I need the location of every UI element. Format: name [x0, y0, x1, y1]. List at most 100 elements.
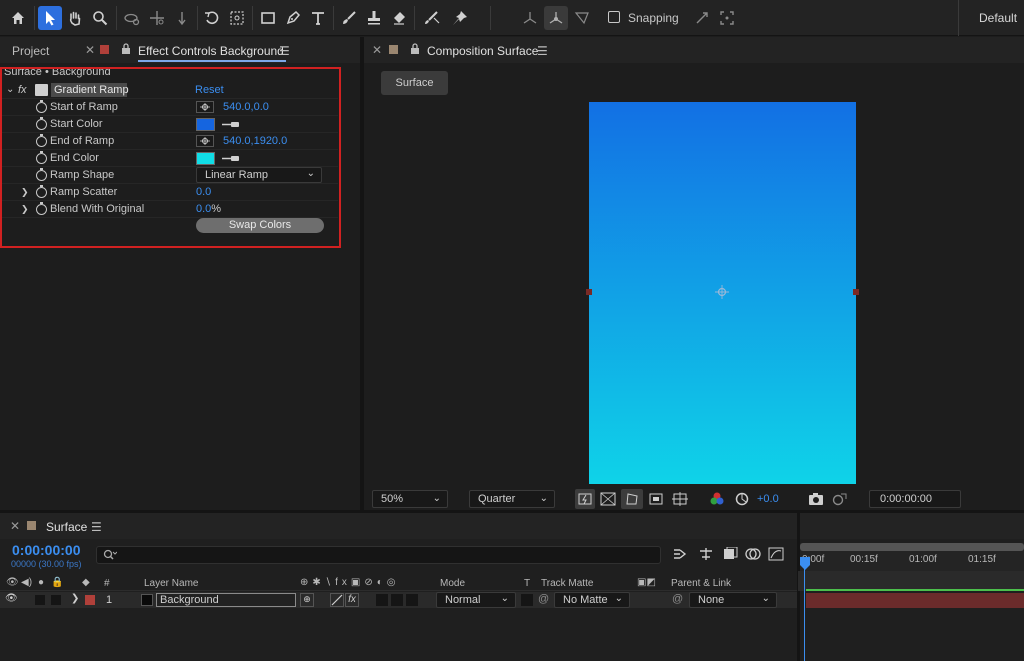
- column-parent-link[interactable]: Parent & Link: [671, 578, 731, 589]
- column-layer-name[interactable]: Layer Name: [144, 578, 198, 589]
- color-channels-icon[interactable]: [709, 491, 725, 507]
- timeline-timecode[interactable]: 0:00:00:00: [12, 542, 81, 558]
- dolly-camera-icon[interactable]: [170, 6, 194, 30]
- panel-menu-icon[interactable]: ☰: [279, 44, 290, 58]
- playhead-handle-icon[interactable]: [799, 557, 811, 571]
- workspace-label[interactable]: Default: [979, 11, 1017, 25]
- clone-stamp-tool-icon[interactable]: [362, 6, 386, 30]
- video-switch-icon[interactable]: 👁: [6, 577, 19, 588]
- layer-handle-right[interactable]: [853, 289, 859, 295]
- toolbar: Snapping Default: [0, 0, 1024, 36]
- mask-visibility-icon[interactable]: [621, 489, 643, 509]
- frame-blending-icon[interactable]: [745, 547, 761, 561]
- work-area-bar[interactable]: [800, 543, 1024, 551]
- panel-menu-icon[interactable]: ☰: [537, 44, 548, 58]
- draft-3d-icon[interactable]: [698, 547, 714, 561]
- timeline-tabbar: ✕ Surface ☰: [0, 513, 1024, 539]
- timeline-frame-count: 00000 (30.00 fps): [11, 559, 82, 569]
- preserve-transparency-box[interactable]: [521, 594, 533, 606]
- effect-switch[interactable]: fx: [345, 593, 359, 607]
- zoom-dropdown[interactable]: 50% ⌄: [372, 490, 448, 508]
- current-time-field[interactable]: 0:00:00:00: [869, 490, 961, 508]
- column-mode[interactable]: Mode: [440, 578, 465, 589]
- layer-row[interactable]: 👁 ❯ 1 ⊕ fx Normal ⌄ @ No Matte ⌄ @ None …: [0, 592, 800, 608]
- 3d-layer-box[interactable]: [406, 594, 418, 606]
- selection-tool-icon[interactable]: [38, 6, 62, 30]
- layer-label-color[interactable]: [85, 595, 95, 605]
- tab-timeline-surface[interactable]: Surface: [46, 520, 87, 534]
- close-icon[interactable]: ✕: [372, 43, 382, 57]
- parent-dropdown[interactable]: None ⌄: [689, 592, 777, 608]
- tab-effect-controls[interactable]: Effect Controls Background: [138, 44, 284, 58]
- eye-icon[interactable]: 👁: [5, 593, 18, 604]
- blend-mode-dropdown[interactable]: Normal ⌄: [436, 592, 516, 608]
- adjustment-box[interactable]: [391, 594, 403, 606]
- chevron-right-icon[interactable]: ❯: [71, 593, 79, 604]
- layer-handle-left[interactable]: [586, 289, 592, 295]
- column-track-matte[interactable]: Track Matte: [541, 578, 593, 589]
- pen-tool-icon[interactable]: [281, 6, 305, 30]
- comp-mini-flowchart-icon[interactable]: [673, 547, 689, 561]
- audio-toggle-box[interactable]: [35, 595, 45, 605]
- audio-switch-icon[interactable]: ◀): [21, 577, 32, 588]
- fast-previews-icon[interactable]: [575, 489, 595, 509]
- snapping-checkbox[interactable]: [608, 11, 620, 23]
- motion-blur-box[interactable]: [376, 594, 388, 606]
- snap-features-icon[interactable]: [715, 6, 739, 30]
- surface-comp-button[interactable]: Surface: [381, 71, 448, 95]
- resolution-dropdown[interactable]: Quarter ⌄: [469, 490, 555, 508]
- axis-world-icon[interactable]: [544, 6, 568, 30]
- orbit-camera-icon[interactable]: [120, 6, 144, 30]
- time-ruler[interactable]: 0:00f 00:15f 01:00f 01:15f: [800, 543, 1024, 571]
- shy-switch[interactable]: ⊕: [300, 593, 314, 607]
- effect-color-swatch: [100, 45, 109, 54]
- anchor-point-icon[interactable]: [715, 285, 729, 299]
- hide-shy-layers-icon[interactable]: [722, 547, 738, 561]
- zoom-tool-icon[interactable]: [88, 6, 112, 30]
- timeline-search-input[interactable]: [96, 546, 661, 564]
- anchor-point-tool-icon[interactable]: [225, 6, 249, 30]
- composition-canvas[interactable]: [586, 102, 859, 484]
- eraser-tool-icon[interactable]: [387, 6, 411, 30]
- snap-edges-icon[interactable]: [690, 6, 714, 30]
- layer-name-field[interactable]: Background: [156, 593, 296, 607]
- close-icon[interactable]: ✕: [85, 43, 95, 57]
- tab-project[interactable]: Project: [12, 44, 49, 58]
- puppet-pin-tool-icon[interactable]: [448, 6, 472, 30]
- tab-composition[interactable]: Composition Surface: [427, 44, 538, 58]
- active-tab-underline: [138, 60, 286, 62]
- graph-editor-icon[interactable]: [768, 547, 784, 561]
- brush-tool-icon[interactable]: [337, 6, 361, 30]
- solo-switch-icon[interactable]: ●: [38, 577, 44, 588]
- matte-pickwhip-icon[interactable]: @: [538, 593, 549, 605]
- highlight-box: [0, 67, 341, 248]
- region-of-interest-icon[interactable]: [648, 491, 664, 507]
- pan-camera-icon[interactable]: [145, 6, 169, 30]
- reset-exposure-icon[interactable]: [734, 491, 750, 507]
- parent-pickwhip-icon[interactable]: @: [672, 593, 683, 605]
- lock-column-icon[interactable]: 🔒: [51, 577, 63, 588]
- solo-toggle-box[interactable]: [51, 595, 61, 605]
- snapshot-icon[interactable]: [808, 491, 824, 507]
- playhead[interactable]: [804, 557, 805, 661]
- axis-view-icon[interactable]: [570, 6, 594, 30]
- quality-switch[interactable]: [330, 593, 344, 607]
- transparency-grid-icon[interactable]: [600, 491, 616, 507]
- track-matte-dropdown[interactable]: No Matte ⌄: [554, 592, 630, 608]
- axis-local-icon[interactable]: [518, 6, 542, 30]
- type-tool-icon[interactable]: [306, 6, 330, 30]
- roto-brush-tool-icon[interactable]: [420, 6, 444, 30]
- hand-tool-icon[interactable]: [63, 6, 87, 30]
- exposure-value[interactable]: +0.0: [757, 493, 779, 505]
- label-column-icon[interactable]: ◆: [82, 577, 90, 588]
- panel-menu-icon[interactable]: ☰: [91, 520, 102, 534]
- lock-icon[interactable]: [121, 43, 131, 55]
- home-icon[interactable]: [6, 6, 30, 30]
- lock-icon[interactable]: [410, 43, 420, 55]
- grid-guides-icon[interactable]: [672, 491, 688, 507]
- rectangle-tool-icon[interactable]: [256, 6, 280, 30]
- show-snapshot-icon[interactable]: [831, 491, 847, 507]
- layer-duration-bar[interactable]: [806, 593, 1024, 608]
- close-icon[interactable]: ✕: [10, 519, 20, 533]
- rotation-tool-icon[interactable]: [200, 6, 224, 30]
